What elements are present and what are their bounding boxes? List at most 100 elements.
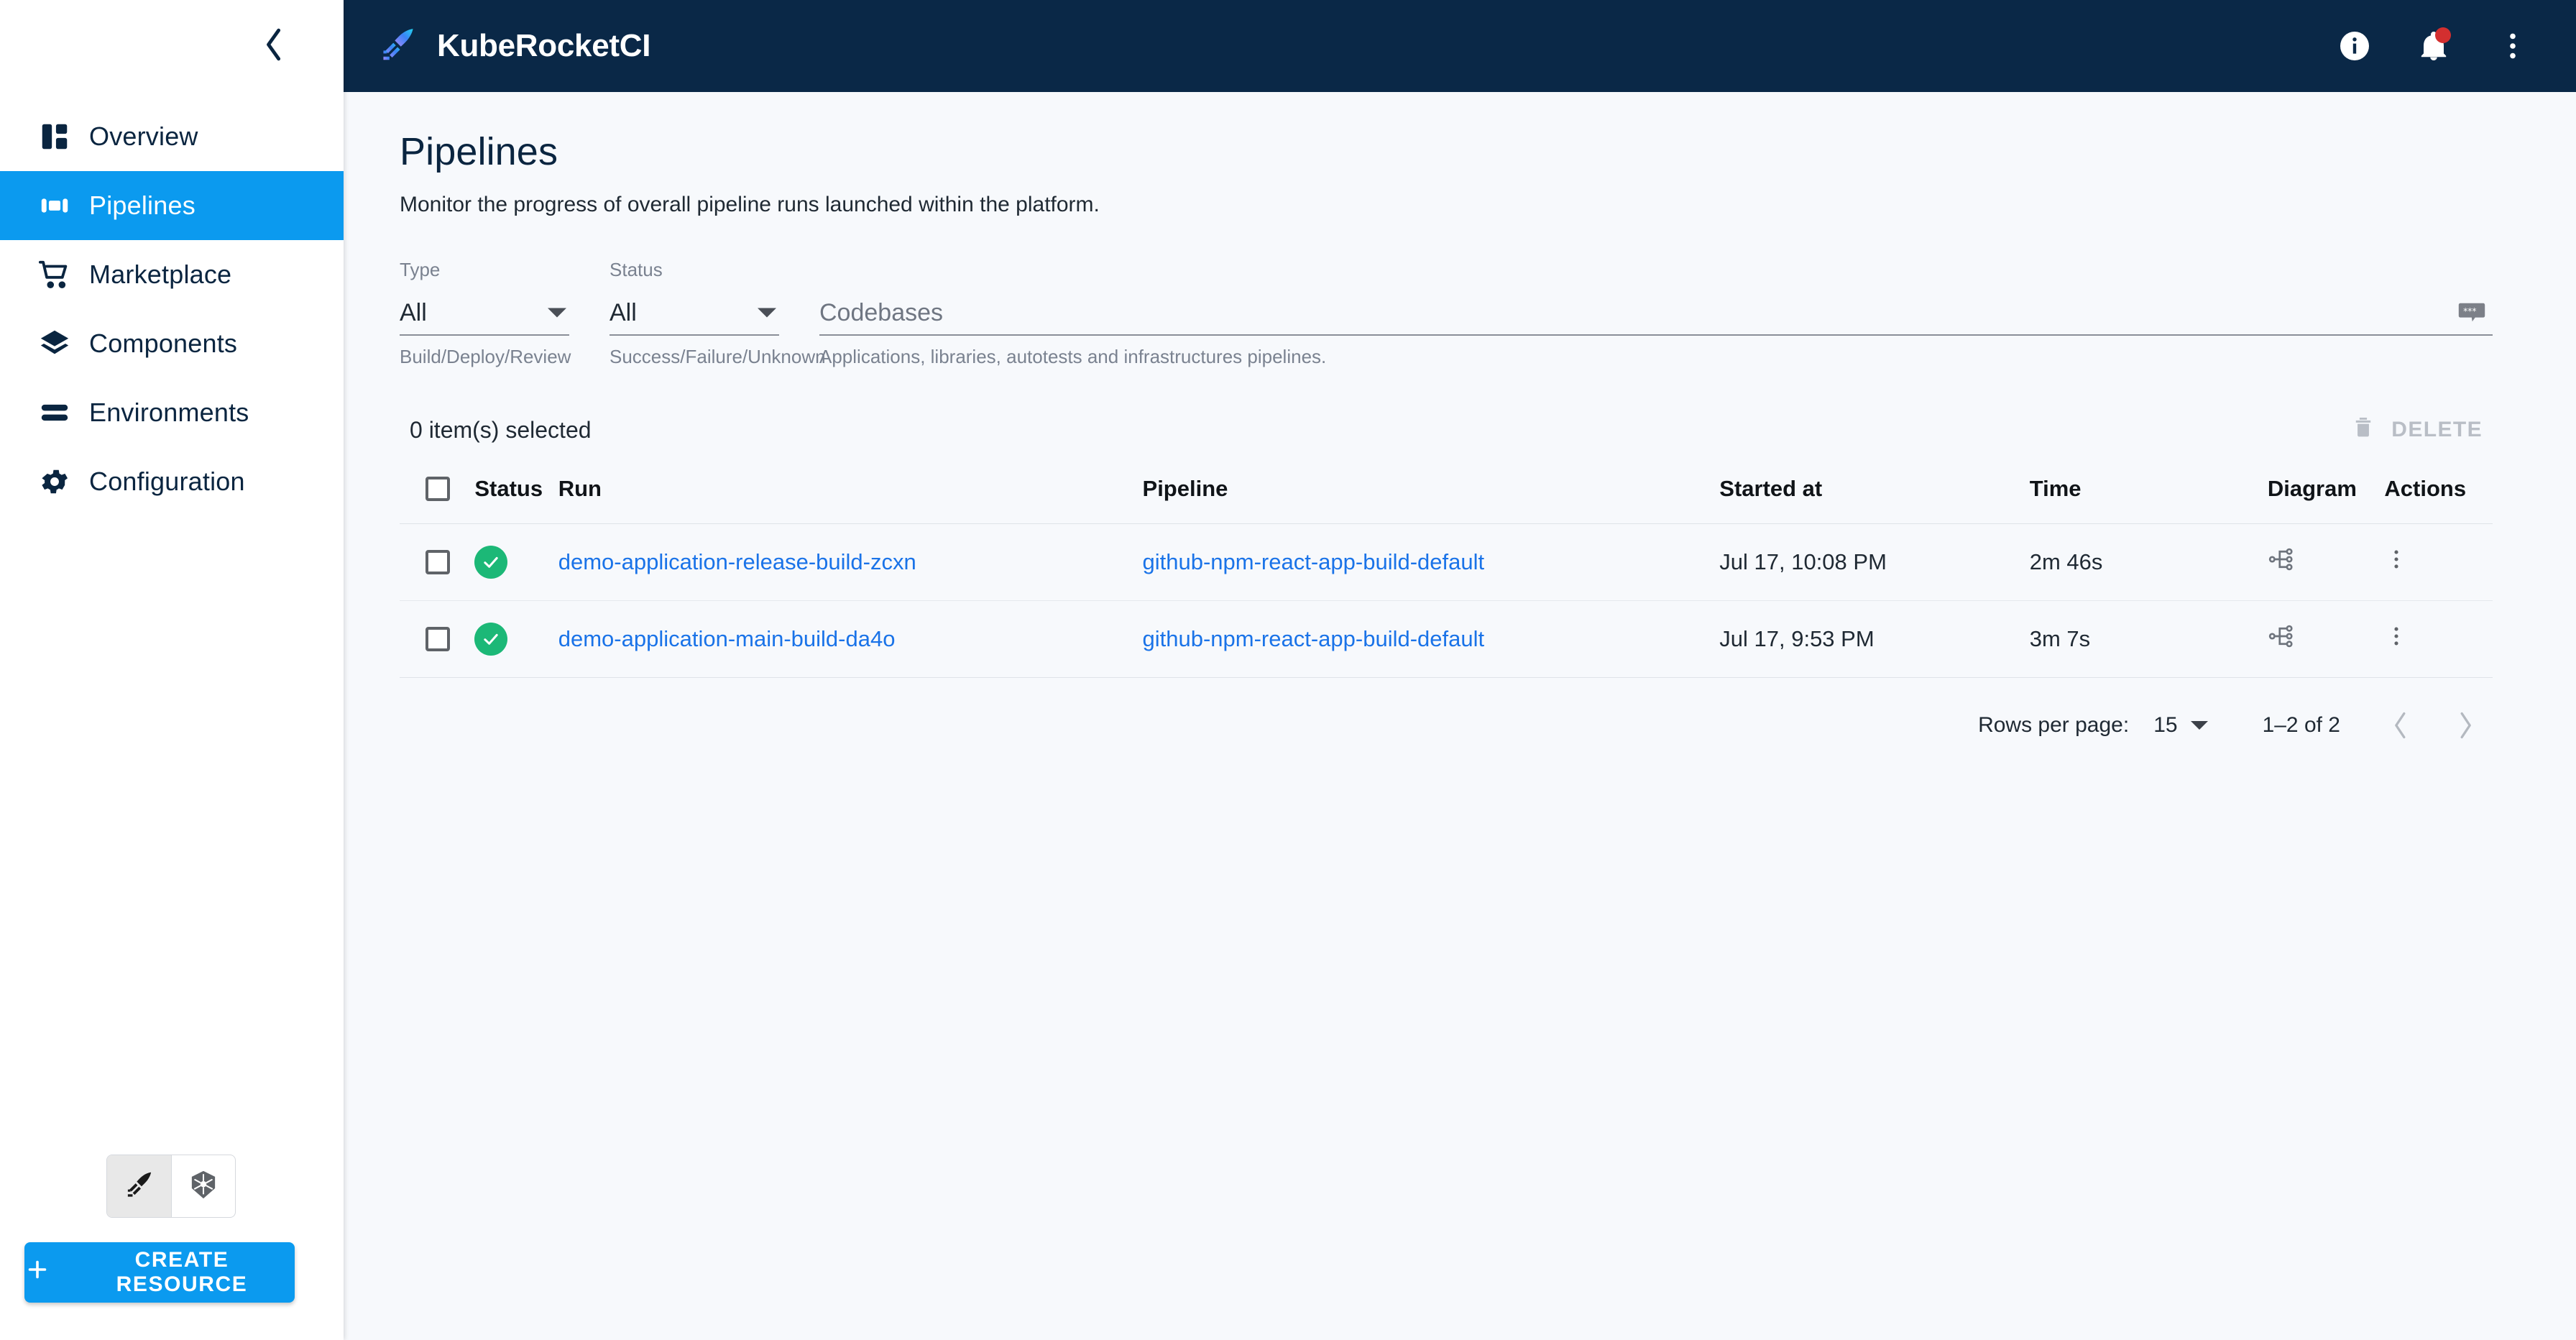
table-head: Status Run Pipeline Started at Time Diag… [400,457,2493,524]
kuberocketci-rocket-logo [378,24,418,68]
create-resource-label: CREATE RESOURCE [116,1248,248,1296]
table-toolbar: 0 item(s) selected DELETE [400,403,2493,457]
row-run-cell: demo-application-main-build-da4o [558,600,1143,678]
row-select-cell [400,523,475,601]
column-actions: Actions [2384,457,2493,524]
rows-per-page-label: Rows per page: [1978,713,2130,737]
more-vertical-icon[interactable] [2384,547,2409,572]
sidebar-header [0,0,344,92]
check-circle-icon [474,546,508,579]
chevron-down-icon [2190,721,2208,730]
filter-status-hint: Success/Failure/Unknown [610,346,826,367]
row-run-cell: demo-application-release-build-zcxn [558,523,1143,601]
page-title: Pipelines [400,130,558,173]
main-area: KubeRocketCI Pipelines Monitor the progr… [344,0,2576,1340]
row-started-at-cell: Jul 17, 9:53 PM [1719,600,2030,678]
row-time-cell: 2m 46s [2029,523,2268,601]
sidebar: Overview Pipelines Marketplace Component… [0,0,344,1340]
filter-codebases-placeholder: Codebases [819,298,944,326]
sidebar-item-components[interactable]: Components [0,309,344,378]
top-bar: KubeRocketCI [344,0,2576,92]
column-pipeline: Pipeline [1142,457,1720,524]
row-select-cell [400,600,475,678]
row-started-at-cell: Jul 17, 10:08 PM [1719,523,2030,601]
filter-type-select[interactable]: All [400,291,569,336]
select-all-checkbox[interactable] [426,477,450,501]
column-select-all [400,457,475,524]
plus-icon [24,1257,50,1288]
dashboard-icon [20,120,89,153]
chevron-down-icon [758,308,776,318]
page-subtitle: Monitor the progress of overall pipeline… [400,193,1100,216]
sidebar-collapse-button[interactable] [254,26,295,66]
layers-icon [20,327,89,360]
trash-icon [2351,415,2375,445]
cluster-toggle-kubernetes[interactable] [171,1155,235,1217]
cluster-toggle-kuberocketci[interactable] [107,1155,171,1217]
row-status-cell [474,523,558,601]
page-content: Pipelines Monitor the progress of overal… [344,92,2576,1340]
filter-status: Status All Success/Failure/Unknown [610,259,826,368]
rows-per-page-select[interactable]: 15 [2153,713,2208,738]
rows-per-page-value: 15 [2153,713,2178,737]
more-vertical-icon[interactable] [2384,624,2409,648]
pipeline-runs-table: Status Run Pipeline Started at Time Diag… [400,457,2493,678]
filter-codebases: Codebases *** Applications, libraries, a… [819,259,2493,368]
create-resource-button[interactable]: CREATE RESOURCE [24,1242,295,1303]
pipeline-link[interactable]: github-npm-react-app-build-default [1143,626,1485,651]
row-checkbox[interactable] [426,627,450,651]
table-body: demo-application-release-build-zcxn gith… [400,523,2493,678]
column-diagram: Diagram [2267,457,2385,524]
sidebar-item-label: Pipelines [89,191,196,220]
pagination-next-button[interactable] [2445,705,2485,745]
masked-chat-bubble-icon[interactable]: *** [2457,298,2487,328]
sidebar-item-label: Configuration [89,467,245,496]
sidebar-item-marketplace[interactable]: Marketplace [0,240,344,309]
table-row: demo-application-release-build-zcxn gith… [400,523,2493,601]
filters-bar: Type All Build/Deploy/Review Status All … [400,259,2493,368]
run-link[interactable]: demo-application-release-build-zcxn [558,549,916,574]
chevron-down-icon [548,308,566,318]
delete-button-label: DELETE [2391,418,2483,441]
cart-icon [20,258,89,291]
table-header-row: Status Run Pipeline Started at Time Diag… [400,457,2493,524]
kubernetes-wheel-icon [188,1169,219,1204]
pipeline-link[interactable]: github-npm-react-app-build-default [1143,549,1485,574]
account-tree-icon[interactable] [2268,546,2295,573]
pagination-prev-button[interactable] [2380,705,2421,745]
filter-type-label: Type [400,259,441,280]
sidebar-item-configuration[interactable]: Configuration [0,447,344,516]
more-vertical-icon[interactable] [2490,23,2536,69]
column-started-at: Started at [1719,457,2030,524]
row-diagram-cell [2267,523,2385,601]
filter-status-select[interactable]: All [610,291,779,336]
row-status-cell [474,600,558,678]
column-time: Time [2029,457,2268,524]
sidebar-item-overview[interactable]: Overview [0,102,344,171]
row-checkbox[interactable] [426,550,450,574]
check-circle-icon [474,623,508,656]
selected-count-label: 0 item(s) selected [410,416,592,443]
run-link[interactable]: demo-application-main-build-da4o [558,626,896,651]
filter-codebases-input[interactable]: Codebases *** [819,291,2493,336]
sidebar-item-pipelines[interactable]: Pipelines [0,171,344,240]
row-time-cell: 3m 7s [2029,600,2268,678]
sidebar-nav: Overview Pipelines Marketplace Component… [0,92,344,516]
sidebar-item-label: Marketplace [89,260,232,289]
sidebar-item-environments[interactable]: Environments [0,378,344,447]
pipelines-icon [20,189,89,222]
pagination: Rows per page: 15 1–2 of 2 [400,678,2493,745]
filter-codebases-hint: Applications, libraries, autotests and i… [819,346,1327,367]
filter-type-hint: Build/Deploy/Review [400,346,571,367]
notifications-bell-icon[interactable] [2411,23,2457,69]
column-run: Run [558,457,1143,524]
svg-text:***: *** [2463,306,2476,316]
row-diagram-cell [2267,600,2385,678]
brand[interactable]: KubeRocketCI [378,24,650,68]
account-tree-icon[interactable] [2268,623,2295,650]
info-icon[interactable] [2332,23,2378,69]
notification-badge [2435,27,2451,43]
delete-button[interactable]: DELETE [2351,415,2493,445]
cluster-toggle-group [106,1155,236,1218]
